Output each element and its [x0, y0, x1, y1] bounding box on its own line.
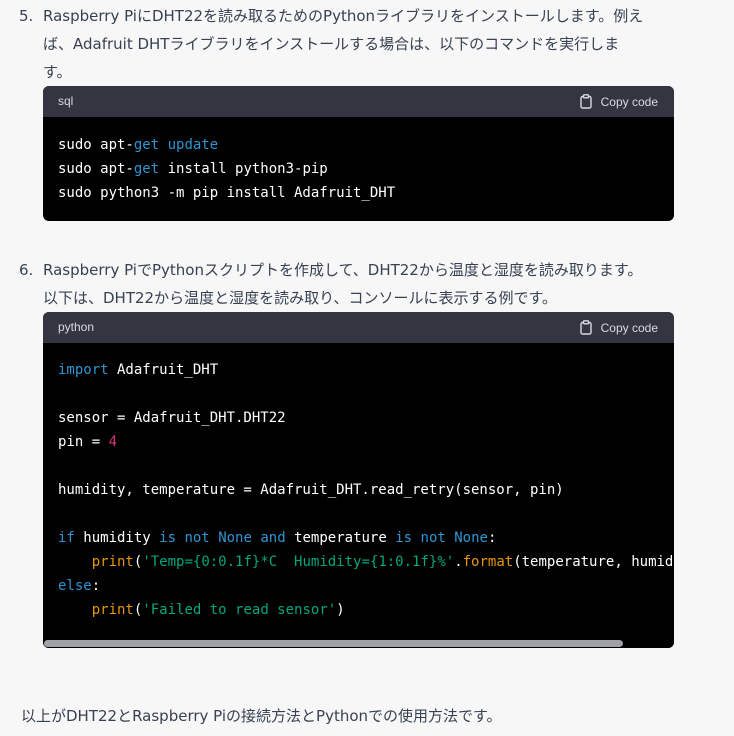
- code-token: pin =: [58, 434, 109, 450]
- step-text: Raspberry PiでPythonスクリプトを作成して、DHT22から温度と…: [43, 261, 643, 307]
- code-token: (temperature, humidity)): [513, 554, 674, 570]
- code-token: format: [462, 554, 514, 570]
- code-token: get: [133, 161, 160, 177]
- step-text: Raspberry PiにDHT22を読み取るためのPythonライブラリをイン…: [43, 7, 644, 81]
- code-token: is: [159, 530, 177, 546]
- clipboard-icon: [579, 94, 593, 109]
- code-token: print: [91, 602, 134, 618]
- code-language-label: python: [58, 320, 95, 334]
- code-line: sudo apt-get update: [58, 133, 674, 157]
- code-line: sudo apt-get install python3-pip: [58, 157, 674, 181]
- code-line: if humidity is not None and temperature …: [58, 526, 674, 550]
- code-token: sudo python3 -m pip install Adafruit_DHT: [58, 185, 396, 201]
- code-token: Adafruit_DHT: [108, 362, 219, 378]
- code-token: :: [487, 530, 497, 546]
- code-token: update: [167, 137, 219, 153]
- code-body: import Adafruit_DHT sensor = Adafruit_DH…: [43, 343, 674, 632]
- code-token: None: [454, 530, 488, 546]
- step-number: 6.: [19, 261, 34, 279]
- code-header: sql Copy code: [43, 86, 674, 117]
- code-token: not: [184, 530, 210, 546]
- code-token: print: [91, 554, 134, 570]
- code-body: sudo apt-get update sudo apt-get install …: [43, 117, 674, 205]
- code-token: and: [260, 530, 286, 546]
- copy-code-label: Copy code: [600, 94, 658, 109]
- step-number: 5.: [19, 7, 34, 25]
- code-token: import: [58, 362, 109, 378]
- code-token: humidity: [74, 530, 160, 546]
- scrollbar-thumb[interactable]: [44, 640, 623, 647]
- code-line: import Adafruit_DHT: [58, 358, 674, 382]
- code-token: not: [420, 530, 446, 546]
- horizontal-scrollbar[interactable]: [43, 638, 674, 648]
- code-token: 4: [108, 434, 118, 450]
- code-token: 'Temp={0:0.1f}*C Humidity={1:0.1f}%': [142, 554, 455, 570]
- code-token: if: [58, 530, 75, 546]
- clipboard-icon: [579, 320, 593, 335]
- copy-code-label: Copy code: [600, 320, 658, 335]
- code-language-label: sql: [58, 94, 74, 108]
- code-token: get: [133, 137, 160, 153]
- code-line: print('Temp={0:0.1f}*C Humidity={1:0.1f}…: [58, 550, 674, 574]
- code-token: .: [454, 554, 463, 570]
- code-line: sudo python3 -m pip install Adafruit_DHT: [58, 181, 674, 205]
- code-header: python Copy code: [43, 312, 674, 343]
- closing-paragraph: 以上がDHT22とRaspberry Piの接続方法とPythonでの使用方法で…: [21, 707, 502, 725]
- code-token: install python3-pip: [159, 161, 328, 177]
- code-token: sensor = Adafruit_DHT.DHT22: [58, 410, 286, 426]
- code-token: is: [395, 530, 413, 546]
- code-line: humidity, temperature = Adafruit_DHT.rea…: [58, 478, 674, 502]
- code-block-sql: sql Copy code sudo apt-get update sudo ap…: [43, 86, 674, 221]
- code-line: sensor = Adafruit_DHT.DHT22: [58, 406, 674, 430]
- code-token: temperature: [285, 530, 396, 546]
- code-block-python: python Copy code import Adafruit_DHT sen…: [43, 312, 674, 648]
- code-line: pin = 4: [58, 430, 674, 454]
- code-token: :: [91, 578, 101, 594]
- code-token: None: [218, 530, 252, 546]
- code-line: print('Failed to read sensor'): [58, 598, 674, 622]
- code-token: humidity, temperature = Adafruit_DHT.rea…: [58, 482, 564, 498]
- code-token: ): [336, 602, 345, 618]
- copy-code-button[interactable]: Copy code: [579, 86, 658, 117]
- code-line: else:: [58, 574, 674, 598]
- code-token: 'Failed to read sensor': [142, 602, 337, 618]
- code-token: else: [58, 578, 92, 594]
- copy-code-button[interactable]: Copy code: [579, 312, 658, 343]
- code-token: sudo apt-: [58, 161, 134, 177]
- code-token: sudo apt-: [58, 137, 134, 153]
